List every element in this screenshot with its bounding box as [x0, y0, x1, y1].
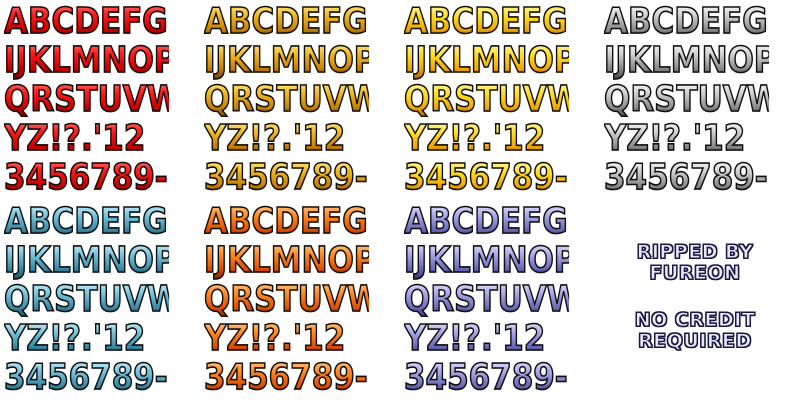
glyph-row: 3456789- [4, 358, 168, 397]
glyph-row: 3456789- [404, 158, 568, 197]
required-label: REQUIRED [638, 330, 752, 352]
ripped-by-label: RIPPED BY [636, 241, 754, 263]
glyph-row: IJKLMNOP [404, 41, 570, 80]
glyph-row: IJKLMNOP [4, 41, 170, 80]
glyph-row: YZ!?.'12 [404, 119, 569, 158]
glyph-row: ABCDEFGH [604, 2, 769, 41]
glyph-row: QRSTUVWX [204, 80, 369, 119]
glyph-row: YZ!?.'12 [204, 119, 369, 158]
glyph-row: ABCDEFGH [404, 202, 569, 241]
glyph-row: 3456789- [604, 158, 768, 197]
glyph-row: YZ!?.'12 [4, 319, 169, 358]
ripper-name: FUREON [649, 262, 741, 284]
credits-panel: RIPPED BY FUREON NO CREDIT REQUIRED [600, 200, 800, 400]
no-credit-label: NO CREDIT [634, 309, 756, 331]
glyph-row: IJKLMNOP [204, 41, 370, 80]
glyph-row: ABCDEFGH [4, 2, 169, 41]
glyph-row: 3456789- [204, 358, 368, 397]
glyph-row: YZ!?.'12 [204, 319, 369, 358]
font-block-amber: ABCDEFGH IJKLMNOP QRSTUVWX YZ!?.'12 3456… [200, 0, 398, 198]
glyph-row: IJKLMNOP [204, 241, 370, 280]
glyph-row: YZ!?.'12 [404, 319, 569, 358]
font-block-teal: ABCDEFGH IJKLMNOP QRSTUVWX YZ!?.'12 3456… [0, 200, 198, 398]
glyph-row: QRSTUVWX [404, 80, 569, 119]
glyph-row: IJKLMNOP [4, 241, 170, 280]
glyph-row: YZ!?.'12 [604, 119, 769, 158]
glyph-row: 3456789- [4, 158, 168, 197]
font-block-orange: ABCDEFGH IJKLMNOP QRSTUVWX YZ!?.'12 3456… [200, 200, 398, 398]
font-block-silver: ABCDEFGH IJKLMNOP QRSTUVWX YZ!?.'12 3456… [600, 0, 798, 198]
glyph-row: IJKLMNOP [404, 241, 570, 280]
glyph-row: ABCDEFGH [4, 202, 169, 241]
font-block-yellow: ABCDEFGH IJKLMNOP QRSTUVWX YZ!?.'12 3456… [400, 0, 598, 198]
glyph-row: QRSTUVWX [404, 280, 569, 319]
glyph-row: QRSTUVWX [4, 280, 169, 319]
glyph-row: YZ!?.'12 [4, 119, 169, 158]
glyph-row: QRSTUVWX [204, 280, 369, 319]
glyph-row: ABCDEFGH [204, 202, 369, 241]
glyph-row: IJKLMNOP [604, 41, 770, 80]
font-block-red: ABCDEFGH IJKLMNOP QRSTUVWX YZ!?.'12 3456… [0, 0, 198, 198]
glyph-row: 3456789- [204, 158, 368, 197]
glyph-row: QRSTUVWX [4, 80, 169, 119]
font-block-purple: ABCDEFGH IJKLMNOP QRSTUVWX YZ!?.'12 3456… [400, 200, 598, 398]
font-sprite-sheet: ABCDEFGH IJKLMNOP QRSTUVWX YZ!?.'12 3456… [0, 0, 800, 400]
glyph-row: QRSTUVWX [604, 80, 769, 119]
glyph-row: 3456789- [404, 358, 568, 397]
glyph-row: ABCDEFGH [204, 2, 369, 41]
glyph-row: ABCDEFGH [404, 2, 569, 41]
